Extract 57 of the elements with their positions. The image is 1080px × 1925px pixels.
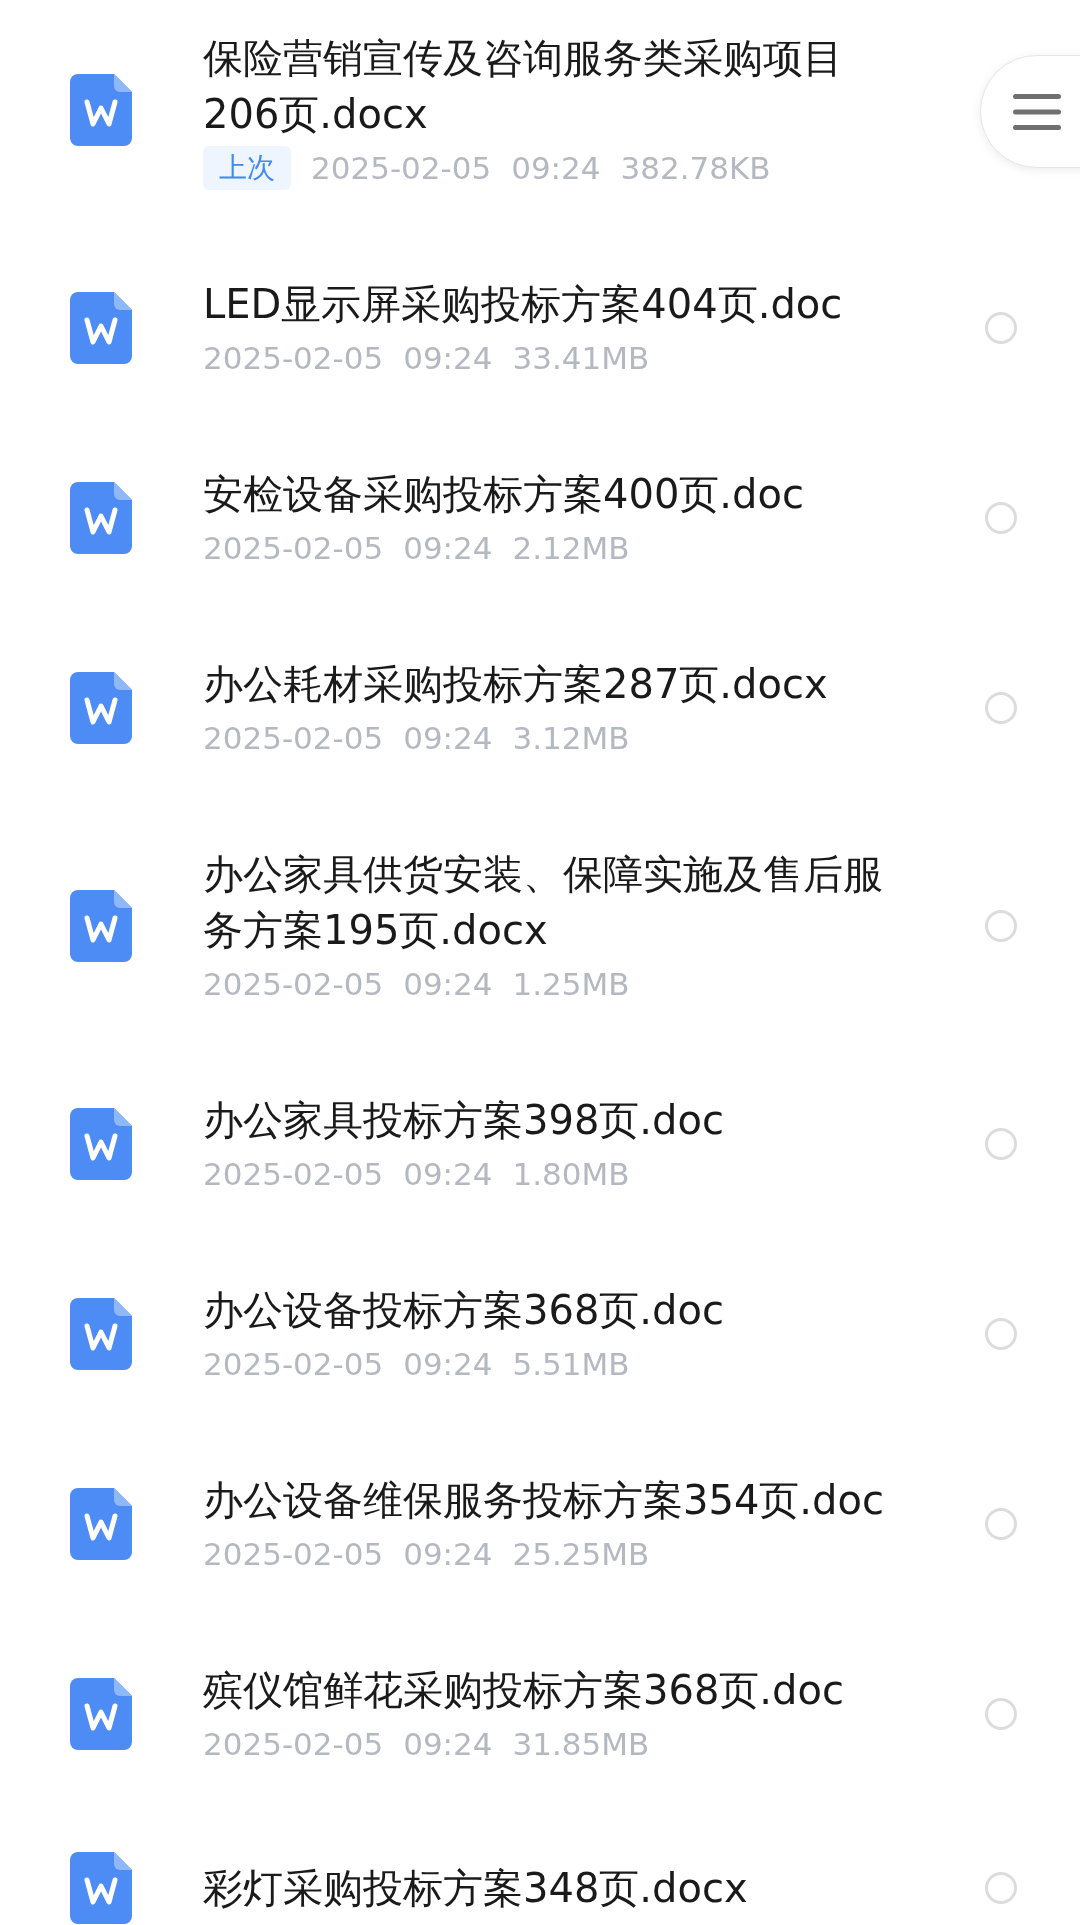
- word-document-icon: [70, 890, 132, 962]
- file-size: 382.78KB: [620, 149, 771, 188]
- file-size: 2.12MB: [512, 529, 630, 568]
- file-name: 办公家具供货安装、保障实施及售后服务方案195页.docx: [203, 850, 884, 955]
- file-name: 办公设备投标方案368页.doc: [203, 1286, 725, 1335]
- file-name: 办公家具投标方案398页.doc: [203, 1096, 725, 1145]
- file-date: 2025-02-05: [203, 1725, 384, 1764]
- file-time: 09:24: [403, 529, 493, 568]
- select-radio[interactable]: [985, 1698, 1017, 1730]
- file-size: 1.80MB: [512, 1155, 630, 1194]
- select-radio[interactable]: [985, 910, 1017, 942]
- file-time: 09:24: [511, 149, 601, 188]
- word-document-icon: [70, 1678, 132, 1750]
- file-time: 09:24: [403, 719, 493, 758]
- menu-icon: [1013, 93, 1061, 130]
- file-name: 保险营销宣传及咨询服务类采购项目206页.docx: [203, 34, 844, 139]
- file-date: 2025-02-05: [203, 965, 384, 1004]
- select-radio[interactable]: [985, 692, 1017, 724]
- select-radio[interactable]: [985, 502, 1017, 534]
- file-name: 安检设备采购投标方案400页.doc: [203, 470, 805, 519]
- word-document-icon: [70, 672, 132, 744]
- file-date: 2025-02-05: [311, 149, 492, 188]
- file-time: 09:24: [403, 1345, 493, 1384]
- file-time: 09:24: [403, 965, 493, 1004]
- file-date: 2025-02-05: [203, 1535, 384, 1574]
- select-radio[interactable]: [985, 1508, 1017, 1540]
- file-date: 2025-02-05: [203, 339, 384, 378]
- file-size: 25.25MB: [512, 1535, 650, 1574]
- select-radio[interactable]: [985, 1128, 1017, 1160]
- file-name: 办公耗材采购投标方案287页.docx: [203, 660, 829, 709]
- file-date: 2025-02-05: [203, 1345, 384, 1384]
- file-time: 09:24: [403, 1725, 493, 1764]
- word-document-icon: [70, 74, 132, 146]
- last-opened-badge: 上次: [203, 146, 291, 190]
- file-size: 3.12MB: [512, 719, 630, 758]
- word-document-icon: [70, 1108, 132, 1180]
- file-time: 09:24: [403, 339, 493, 378]
- word-document-icon: [70, 1298, 132, 1370]
- word-document-icon: [70, 1488, 132, 1560]
- file-size: 33.41MB: [512, 339, 650, 378]
- word-document-icon: [70, 482, 132, 554]
- file-name: 办公设备维保服务投标方案354页.doc: [203, 1476, 885, 1525]
- select-radio[interactable]: [985, 312, 1017, 344]
- select-radio[interactable]: [985, 1872, 1017, 1904]
- file-date: 2025-02-05: [203, 529, 384, 568]
- file-size: 1.25MB: [512, 965, 630, 1004]
- file-date: 2025-02-05: [203, 1155, 384, 1194]
- file-time: 09:24: [403, 1155, 493, 1194]
- word-document-icon: [70, 292, 132, 364]
- file-name: 殡仪馆鲜花采购投标方案368页.doc: [203, 1666, 845, 1715]
- file-size: 5.51MB: [512, 1345, 630, 1384]
- select-radio[interactable]: [985, 1318, 1017, 1350]
- file-name: 彩灯采购投标方案348页.docx: [203, 1864, 749, 1913]
- file-size: 31.85MB: [512, 1725, 650, 1764]
- file-date: 2025-02-05: [203, 719, 384, 758]
- file-time: 09:24: [403, 1535, 493, 1574]
- file-name: LED显示屏采购投标方案404页.doc: [203, 280, 844, 329]
